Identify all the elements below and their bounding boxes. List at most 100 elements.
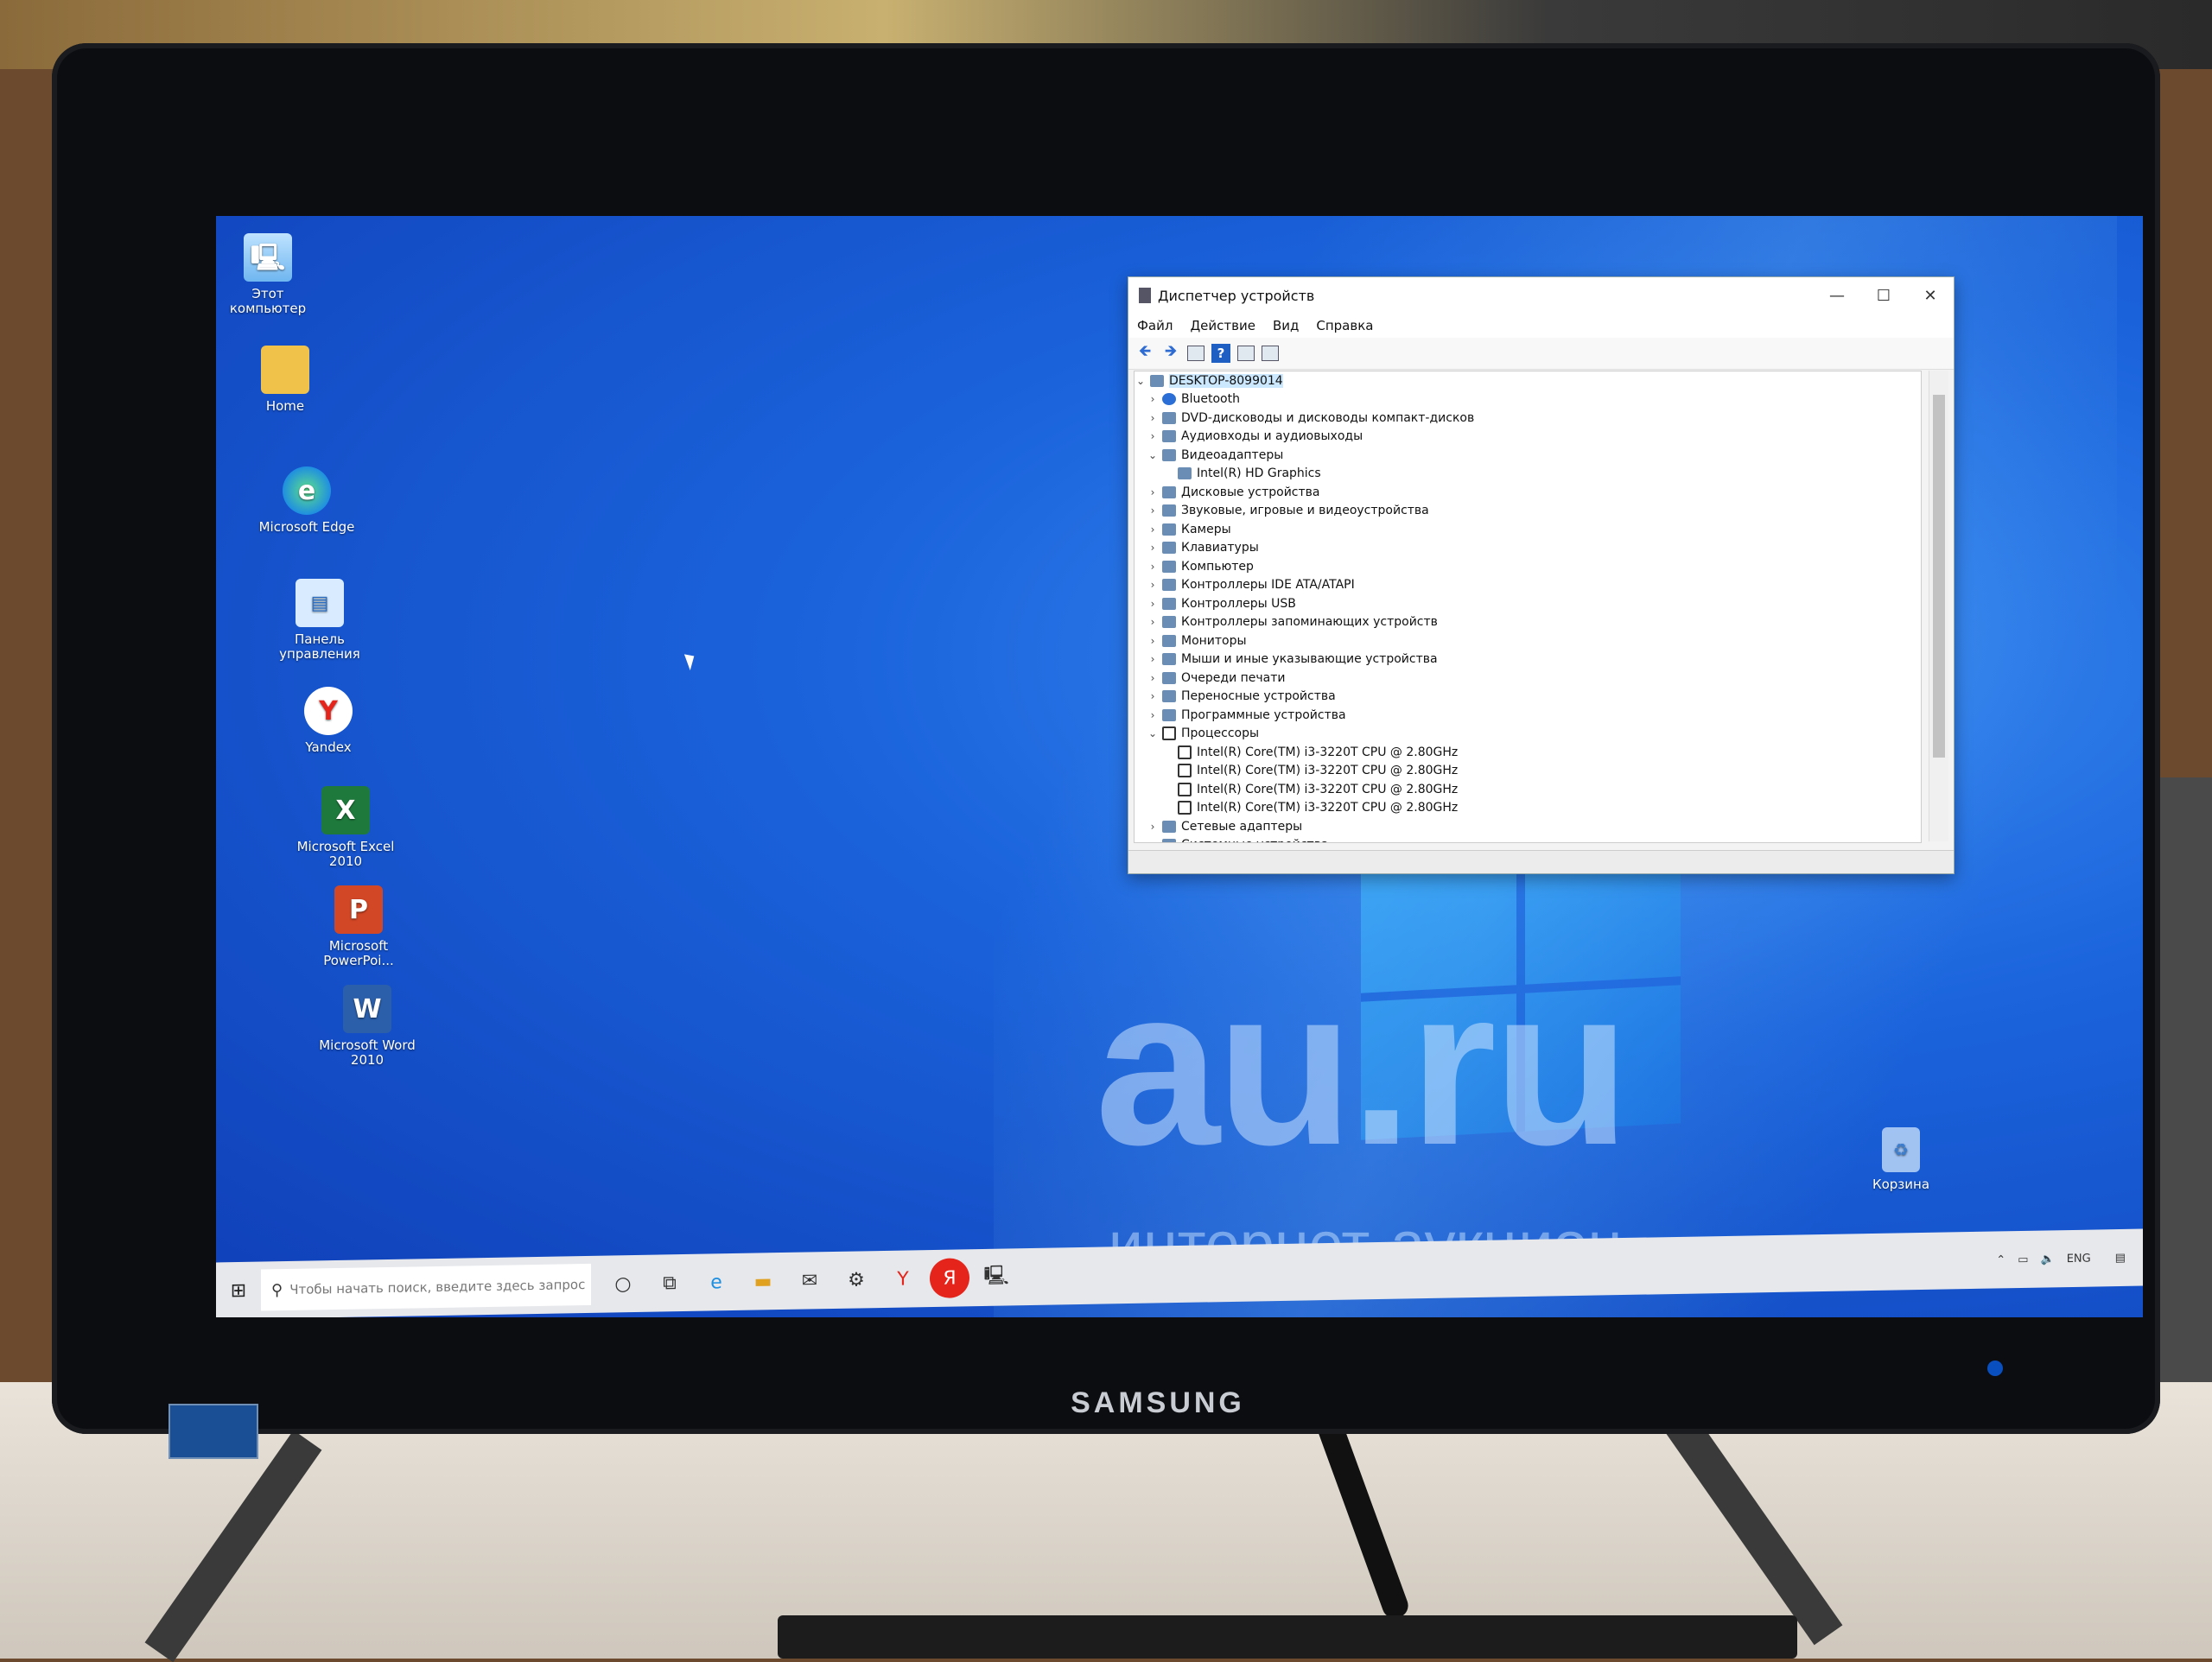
tree-category-row[interactable]: › Дисковые устройства [1135,483,1921,502]
chevron-right-icon[interactable]: › [1147,672,1159,684]
tree-category-label: Сетевые адаптеры [1181,819,1303,834]
tree-category-row[interactable]: › Звуковые, игровые и видеоустройства [1135,502,1921,521]
tree-device-row[interactable]: Intel(R) Core(TM) i3-3220T CPU @ 2.80GHz [1135,780,1921,799]
tree-category-row[interactable]: › Контроллеры USB [1135,594,1921,613]
tree-category-row[interactable]: › DVD-дисководы и дисководы компакт-диско… [1135,409,1921,428]
menu-file[interactable]: Файл [1137,318,1173,333]
recycle-bin-icon: ♻ [1882,1127,1920,1172]
start-button[interactable]: ⊞ [216,1265,261,1317]
desktop-icon-this-pc[interactable]: 🖳 Этот компьютер [216,233,320,316]
tree-category-row[interactable]: › Клавиатуры [1135,539,1921,558]
task-view-icon[interactable]: ⧉ [650,1263,690,1304]
network-icon[interactable]: ▭ [2018,1253,2028,1266]
language-indicator[interactable]: ENG [2067,1252,2091,1265]
cortana-icon[interactable]: ○ [603,1264,643,1304]
tree-device-label: Intel(R) Core(TM) i3-3220T CPU @ 2.80GHz [1197,745,1459,759]
tree-category-row[interactable]: › Аудиовходы и аудиовыходы [1135,428,1921,447]
desktop-icon-control-panel[interactable]: ▤ Панель управления [268,579,372,662]
chevron-right-icon[interactable]: › [1147,561,1159,573]
desktop-icon-yandex[interactable]: Y Yandex [276,687,380,755]
tree-category-row[interactable]: ⌄ Процессоры [1135,725,1921,744]
tree-device-row[interactable]: Intel(R) Core(TM) i3-3220T CPU @ 2.80GHz [1135,799,1921,818]
tree-category-row[interactable]: › Мыши и иные указывающие устройства [1135,650,1921,669]
desktop-icon-label: Microsoft PowerPoi... [323,938,394,968]
back-arrow-icon[interactable]: 🡸 [1135,342,1154,363]
tree-category-row[interactable]: › Камеры [1135,520,1921,539]
device-category-icon [1162,616,1176,629]
chevron-right-icon[interactable]: › [1147,616,1159,628]
explorer-icon[interactable]: ▬ [743,1261,783,1302]
tree-root-row[interactable]: ⌄ DESKTOP-8099014 [1135,371,1921,390]
desktop-icon-recycle-bin[interactable]: ♻ Корзина [1849,1127,1953,1192]
excel-icon: X [321,786,370,834]
menu-view[interactable]: Вид [1273,318,1299,333]
menu-action[interactable]: Действие [1190,318,1255,333]
chevron-right-icon[interactable]: › [1147,523,1159,536]
chevron-right-icon[interactable]: › [1147,839,1159,842]
tree-scrollbar[interactable] [1929,371,1948,841]
mail-icon[interactable]: ✉ [790,1260,830,1301]
desktop-icon-excel[interactable]: X Microsoft Excel 2010 [294,786,397,869]
close-button[interactable]: ✕ [1907,277,1954,314]
tree-category-row[interactable]: › Сетевые адаптеры [1135,817,1921,836]
edge-icon[interactable]: e [696,1262,736,1303]
chevron-up-icon[interactable]: ⌃ [1996,1253,2005,1266]
tree-category-row[interactable]: › Очереди печати [1135,669,1921,688]
tree-category-row[interactable]: › Компьютер [1135,557,1921,576]
device-category-icon [1162,560,1176,573]
chevron-right-icon[interactable]: › [1147,504,1159,517]
tree-category-row[interactable]: › Мониторы [1135,631,1921,650]
notification-icon[interactable]: ▤ [2115,1251,2126,1264]
tree-category-row[interactable]: › Bluetooth [1135,390,1921,409]
window-titlebar[interactable]: Диспетчер устройств — ☐ ✕ [1128,277,1954,314]
tree-category-label: Контроллеры запоминающих устройств [1181,615,1438,630]
chevron-right-icon[interactable]: › [1147,635,1159,647]
tree-category-row[interactable]: › Контроллеры запоминающих устройств [1135,613,1921,632]
power-led [1987,1361,2003,1376]
yandex-icon[interactable]: Я [930,1258,969,1299]
desktop-icon-edge[interactable]: e Microsoft Edge [255,466,359,535]
chevron-down-icon[interactable]: ⌄ [1135,375,1147,387]
chevron-right-icon[interactable]: › [1147,598,1159,610]
chevron-right-icon[interactable]: › [1147,542,1159,554]
volume-icon[interactable]: 🔈 [2041,1253,2055,1266]
menu-help[interactable]: Справка [1316,318,1373,333]
chevron-right-icon[interactable]: › [1147,412,1159,424]
chevron-right-icon[interactable]: › [1147,579,1159,591]
chevron-right-icon[interactable]: › [1147,709,1159,721]
chevron-right-icon[interactable]: › [1147,430,1159,442]
tree-device-row[interactable]: Intel(R) Core(TM) i3-3220T CPU @ 2.80GHz [1135,743,1921,762]
maximize-button[interactable]: ☐ [1860,277,1907,314]
scrollbar-thumb[interactable] [1933,395,1945,758]
device-manager-window: Диспетчер устройств — ☐ ✕ Файл Действие … [1128,276,1955,874]
tree-category-row[interactable]: › Контроллеры IDE ATA/ATAPI [1135,576,1921,595]
chevron-right-icon[interactable]: › [1147,486,1159,498]
taskbar-search[interactable]: ⚲ Чтобы начать поиск, введите здесь запр… [261,1263,591,1311]
chevron-down-icon[interactable]: ⌄ [1147,727,1159,739]
tree-category-row[interactable]: › Программные устройства [1135,706,1921,725]
help-icon[interactable]: ? [1211,344,1230,363]
desktop-icon-powerpoint[interactable]: P Microsoft PowerPoi... [307,885,410,968]
tree-category-row[interactable]: ⌄ Видеоадаптеры [1135,446,1921,465]
properties-icon[interactable] [1187,346,1205,361]
chevron-right-icon[interactable]: › [1147,653,1159,665]
settings-icon[interactable]: ⚙ [836,1259,876,1300]
minimize-button[interactable]: — [1814,277,1860,314]
desktop-icon-home[interactable]: Home [233,346,337,414]
forward-arrow-icon[interactable]: 🡺 [1161,342,1180,363]
device-manager-icon[interactable]: 🖳 [976,1257,1016,1297]
desktop-icon-word[interactable]: W Microsoft Word 2010 [315,985,419,1068]
chevron-right-icon[interactable]: › [1147,690,1159,702]
monitor-scan-icon[interactable] [1262,346,1279,361]
chevron-down-icon[interactable]: ⌄ [1147,449,1159,461]
tree-category-label: Камеры [1181,522,1231,536]
chevron-right-icon[interactable]: › [1147,393,1159,405]
yandex-browser-icon[interactable]: Y [883,1259,923,1299]
tree-device-row[interactable]: Intel(R) HD Graphics [1135,465,1921,484]
tree-category-row[interactable]: › Системные устройства [1135,836,1921,842]
update-driver-icon[interactable] [1237,346,1255,361]
tree-device-row[interactable]: Intel(R) Core(TM) i3-3220T CPU @ 2.80GHz [1135,762,1921,781]
chevron-right-icon[interactable]: › [1147,821,1159,833]
tree-category-row[interactable]: › Переносные устройства [1135,688,1921,707]
window-title: Диспетчер устройств [1158,287,1315,304]
